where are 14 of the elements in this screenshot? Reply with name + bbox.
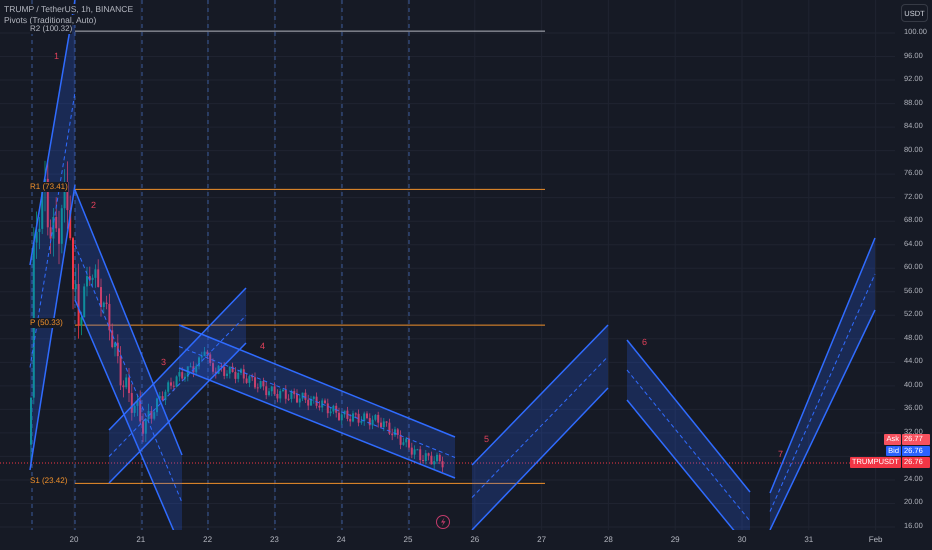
wave-label: 7 <box>778 449 784 459</box>
pivot-label: S1 (23.42) <box>30 476 68 486</box>
pivot-label: R1 (73.41) <box>30 182 68 192</box>
wave-label: 2 <box>91 200 96 210</box>
wave-label: 3 <box>161 357 166 367</box>
pivot-label: P (50.33) <box>30 318 63 328</box>
indicator-label: Pivots (Traditional, Auto) <box>4 15 96 25</box>
pivot-label: R2 (100.32) <box>30 24 72 34</box>
wave-label: 1 <box>54 51 60 61</box>
wave-label: 4 <box>260 341 266 351</box>
lightning-icon[interactable] <box>436 515 450 529</box>
chart-title: TRUMP / TetherUS, 1h, BINANCE <box>4 4 134 14</box>
wave-label: 6 <box>642 337 648 347</box>
wave-label: 5 <box>484 434 490 444</box>
